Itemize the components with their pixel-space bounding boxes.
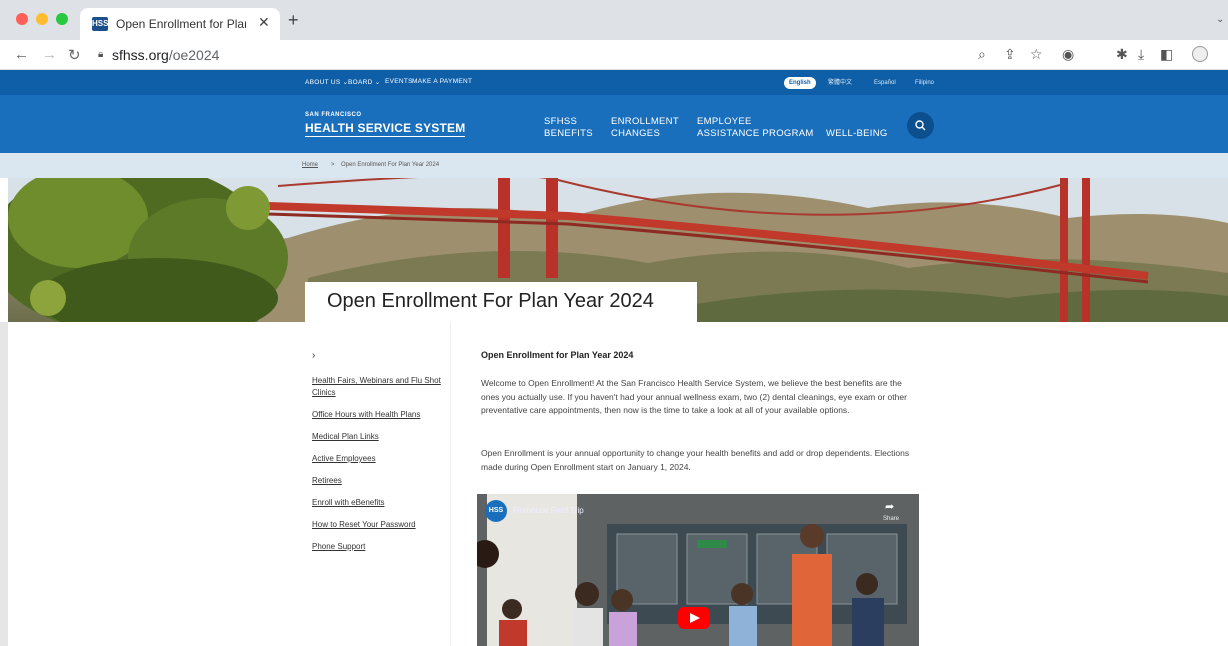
nav-well-being[interactable]: WELL-BEING [826, 128, 888, 140]
sidebar-link-retirees[interactable]: Retirees [312, 475, 442, 487]
browser-toolbar: ← → ↻ 🔒︎ sfhss.org/oe2024 ⌕ ⇪ ☆ ◉ ✱ ⤓ ◧ [0, 40, 1228, 70]
language-english[interactable]: English [784, 77, 816, 89]
tab-close-icon[interactable]: ✕ [258, 14, 270, 31]
nav-sfhss-benefits[interactable]: SFHSS BENEFITS [544, 116, 593, 140]
breadcrumb-separator: > [331, 162, 335, 168]
breadcrumb-home[interactable]: Home [302, 162, 318, 168]
browser-tab-bar: HSS Open Enrollment for Plan Year ✕ + ⌄ [0, 0, 1228, 40]
breadcrumb: Home > Open Enrollment For Plan Year 202… [0, 153, 1228, 178]
content-heading: Open Enrollment for Plan Year 2024 [481, 350, 634, 360]
search-icon [915, 120, 926, 131]
nav-label-line1: SFHSS [544, 116, 578, 127]
extensions-puzzle-icon[interactable]: ✱ [1116, 46, 1128, 63]
tab-title: Open Enrollment for Plan Year [116, 17, 246, 31]
side-panel-icon[interactable]: ◧ [1160, 46, 1173, 63]
browser-tab[interactable]: HSS Open Enrollment for Plan Year ✕ [80, 8, 280, 40]
sidebar-link-health-fairs[interactable]: Health Fairs, Webinars and Flu Shot Clin… [312, 375, 442, 399]
page-title: Open Enrollment For Plan Year 2024 [327, 290, 654, 312]
left-gutter [0, 322, 8, 646]
bookmark-star-icon[interactable]: ☆ [1030, 46, 1043, 63]
minimize-window-button[interactable] [36, 13, 48, 25]
nav-label-line2: CHANGES [611, 128, 661, 139]
language-filipino[interactable]: Filipino [915, 77, 934, 89]
nav-label-line1: ENROLLMENT [611, 116, 679, 127]
nav-label-line2: BENEFITS [544, 128, 593, 139]
favicon-icon: HSS [92, 17, 108, 31]
search-button[interactable] [907, 112, 934, 139]
new-tab-icon[interactable]: + [288, 10, 299, 31]
address-bar[interactable]: sfhss.org/oe2024 [112, 47, 219, 63]
nav-employee-assistance[interactable]: EMPLOYEE ASSISTANCE PROGRAM [697, 116, 814, 140]
language-spanish[interactable]: Español [874, 77, 896, 89]
reload-icon[interactable]: ↻ [68, 46, 81, 64]
sidebar-link-active-employees[interactable]: Active Employees [312, 453, 442, 465]
profile-avatar-icon[interactable] [1192, 46, 1208, 62]
breadcrumb-current: Open Enrollment For Plan Year 2024 [341, 162, 440, 168]
share-page-icon[interactable]: ⇪ [1004, 46, 1016, 63]
close-window-button[interactable] [16, 13, 28, 25]
sidebar-link-medical-plans[interactable]: Medical Plan Links [312, 431, 442, 443]
sidebar-link-reset-password[interactable]: How to Reset Your Password [312, 519, 442, 531]
url-path: /oe2024 [168, 47, 220, 63]
sidebar-divider [450, 322, 451, 646]
util-nav-board[interactable]: BOARD ⌄ [348, 78, 380, 86]
camera-icon[interactable]: ◉ [1062, 46, 1074, 63]
video-player[interactable]: HSS Firehouse Field Trip ➦ Share [477, 494, 919, 646]
hero-title-box: Open Enrollment For Plan Year 2024 [305, 282, 697, 324]
download-icon[interactable]: ⤓ [1138, 46, 1144, 63]
nav-label-line1: WELL-BEING [826, 128, 888, 139]
sidebar-link-ebenefits[interactable]: Enroll with eBenefits [312, 497, 442, 509]
video-share-label[interactable]: Share [883, 516, 899, 522]
channel-logo-icon[interactable]: HSS [485, 500, 507, 522]
zoom-icon[interactable]: ⌕ [978, 46, 986, 63]
sidebar-link-office-hours[interactable]: Office Hours with Health Plans [312, 409, 442, 421]
tab-menu-chevron-icon[interactable]: ⌄ [1216, 14, 1224, 25]
util-nav-events[interactable]: EVENTS [385, 78, 413, 85]
intro-paragraph: Welcome to Open Enrollment! At the San F… [481, 378, 907, 415]
util-nav-make-payment[interactable]: MAKE A PAYMENT [412, 78, 472, 85]
play-button[interactable] [678, 607, 710, 629]
url-domain: sfhss.org [112, 47, 169, 63]
share-arrow-icon[interactable]: ➦ [885, 500, 894, 513]
util-nav-about-us[interactable]: ABOUT US ⌄ [305, 78, 348, 86]
nav-label-line2: ASSISTANCE PROGRAM [697, 128, 814, 139]
sidebar-link-phone-support[interactable]: Phone Support [312, 541, 442, 553]
logo-small-text[interactable]: SAN FRANCISCO [305, 112, 362, 118]
utility-nav-bar: ABOUT US ⌄ BOARD ⌄ EVENTS MAKE A PAYMENT… [0, 70, 1228, 95]
maximize-window-button[interactable] [56, 13, 68, 25]
language-chinese[interactable]: 繁體中文 [828, 77, 852, 89]
nav-enrollment-changes[interactable]: ENROLLMENT CHANGES [611, 116, 679, 140]
back-arrow-icon[interactable]: ← [14, 46, 29, 63]
sidebar-chevron-icon[interactable]: › [312, 350, 315, 361]
enrollment-paragraph: Open Enrollment is your annual opportuni… [481, 448, 910, 472]
lock-icon[interactable]: 🔒︎ [98, 49, 103, 60]
logo-large-text[interactable]: HEALTH SERVICE SYSTEM [305, 121, 466, 137]
video-title[interactable]: Firehouse Field Trip [513, 506, 584, 515]
nav-label-line1: EMPLOYEE [697, 116, 752, 127]
site-header: SAN FRANCISCO HEALTH SERVICE SYSTEM SFHS… [0, 95, 1228, 153]
forward-arrow-icon[interactable]: → [42, 46, 57, 63]
